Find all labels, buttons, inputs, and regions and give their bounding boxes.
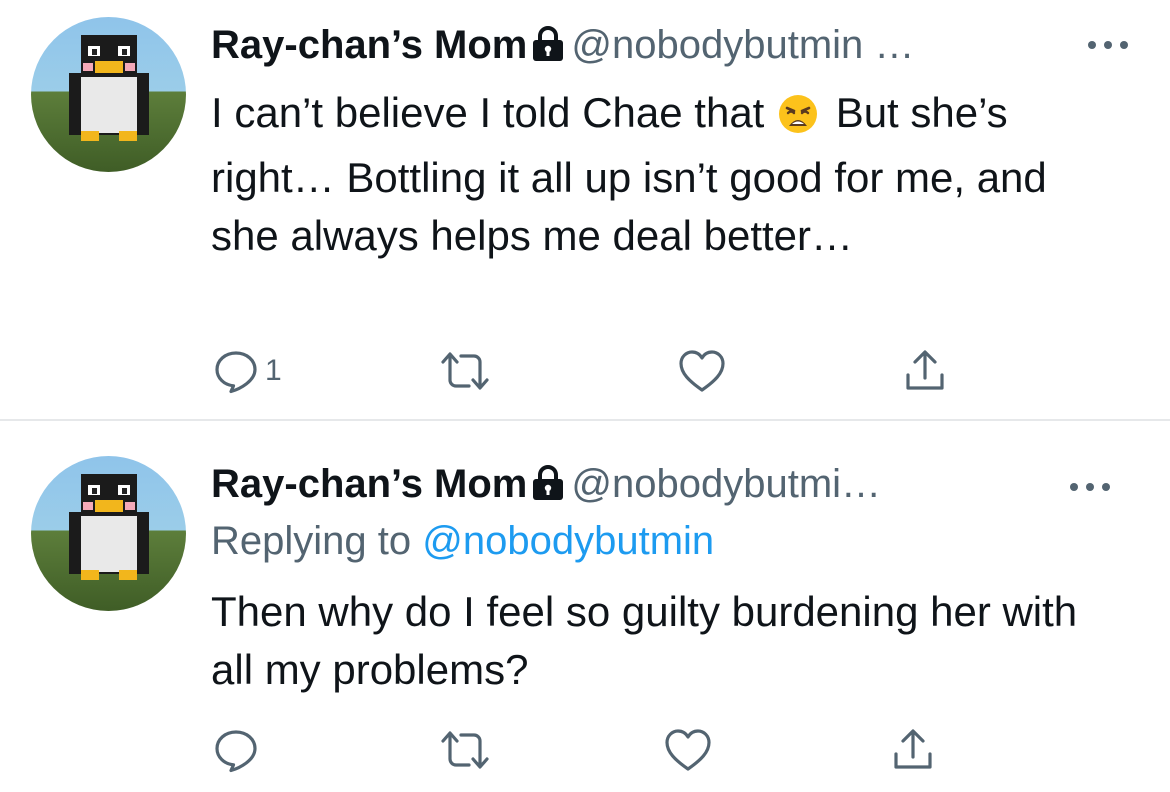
retweet-button[interactable]: [439, 725, 491, 775]
more-options-ellipsis-icon[interactable]: [1066, 476, 1114, 496]
share-button[interactable]: [891, 725, 935, 775]
action-bar: [211, 725, 971, 775]
reply-count: 1: [265, 354, 282, 387]
replying-mention-link[interactable]: @nobodybutmin: [422, 519, 714, 563]
lock-icon: [531, 460, 565, 516]
retweet-icon: [441, 731, 489, 769]
display-name[interactable]: Ray-chan’s Mom: [211, 23, 527, 67]
penguin-avatar-icon: [69, 35, 149, 141]
tweet-header: Ray-chan’s Mom @nobodybutmin …: [211, 17, 914, 73]
replying-to: Replying to @nobodybutmin: [211, 513, 714, 569]
tweet-text: I can’t believe I told Chae that But she…: [211, 84, 1091, 265]
share-icon: [906, 350, 944, 390]
retweet-icon: [441, 352, 489, 390]
speech-bubble-icon: [215, 351, 257, 394]
penguin-avatar-icon: [69, 474, 149, 580]
handle[interactable]: @nobodybutmi…: [571, 462, 881, 506]
heart-icon: [679, 350, 725, 392]
tweet[interactable]: Ray-chan’s Mom @nobodybutmi… Replying to …: [0, 421, 1170, 792]
retweet-button[interactable]: [439, 346, 491, 396]
share-button[interactable]: [903, 346, 947, 396]
display-name[interactable]: Ray-chan’s Mom: [211, 462, 527, 506]
speech-bubble-icon: [215, 730, 257, 773]
lock-icon: [531, 21, 565, 77]
replying-prefix: Replying to: [211, 519, 412, 563]
heart-icon: [665, 729, 711, 771]
tweet-text: Then why do I feel so guilty burdening h…: [211, 588, 1078, 693]
like-button[interactable]: [677, 346, 727, 396]
avatar[interactable]: [31, 456, 186, 611]
handle[interactable]: @nobodybutmin …: [571, 23, 914, 67]
avatar[interactable]: [31, 17, 186, 172]
weary-face-emoji: [778, 91, 818, 149]
tweet[interactable]: Ray-chan’s Mom @nobodybutmin … I can’t be…: [0, 0, 1170, 420]
tweet-text-part: I can’t believe I told Chae that: [211, 89, 765, 136]
share-icon: [894, 729, 932, 769]
tweet-header: Ray-chan’s Mom @nobodybutmi…: [211, 456, 881, 512]
like-button[interactable]: [663, 725, 713, 775]
more-options-ellipsis-icon[interactable]: [1084, 34, 1132, 54]
reply-button[interactable]: 1: [213, 346, 282, 396]
action-bar: 1: [211, 346, 971, 396]
reply-button[interactable]: [213, 725, 259, 775]
